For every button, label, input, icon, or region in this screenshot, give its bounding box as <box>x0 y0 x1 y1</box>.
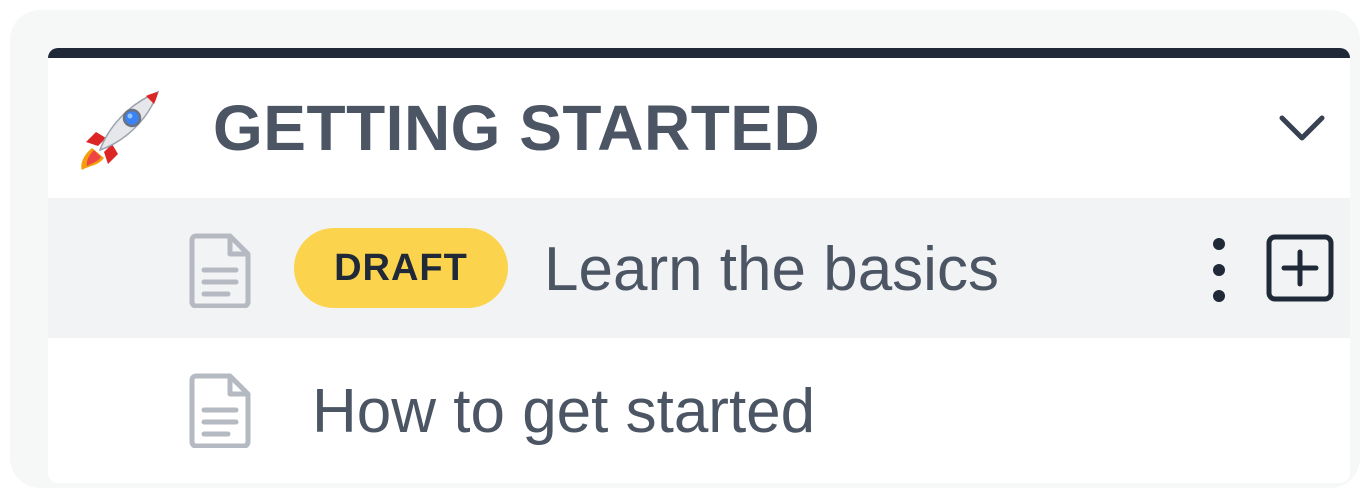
section-title: GETTING STARTED <box>213 92 821 164</box>
doc-item-label: How to get started <box>312 377 816 446</box>
doc-item-learn-the-basics[interactable]: DRAFT Learn the basics <box>48 198 1350 338</box>
rocket-icon <box>78 86 164 172</box>
sidebar-panel: GETTING STARTED DRAFT Learn the basics H… <box>48 48 1350 483</box>
section-header-getting-started[interactable]: GETTING STARTED <box>48 58 1350 198</box>
more-icon[interactable] <box>1204 234 1234 306</box>
chevron-down-icon[interactable] <box>1276 108 1328 148</box>
doc-item-how-to-get-started[interactable]: How to get started <box>48 338 1350 483</box>
draft-badge: DRAFT <box>294 228 508 308</box>
document-icon <box>188 232 254 309</box>
add-icon[interactable] <box>1266 234 1334 302</box>
accent-bar <box>48 48 1350 58</box>
doc-item-label: Learn the basics <box>544 235 999 304</box>
sidebar-frame: GETTING STARTED DRAFT Learn the basics H… <box>10 10 1360 488</box>
document-icon <box>188 372 254 449</box>
